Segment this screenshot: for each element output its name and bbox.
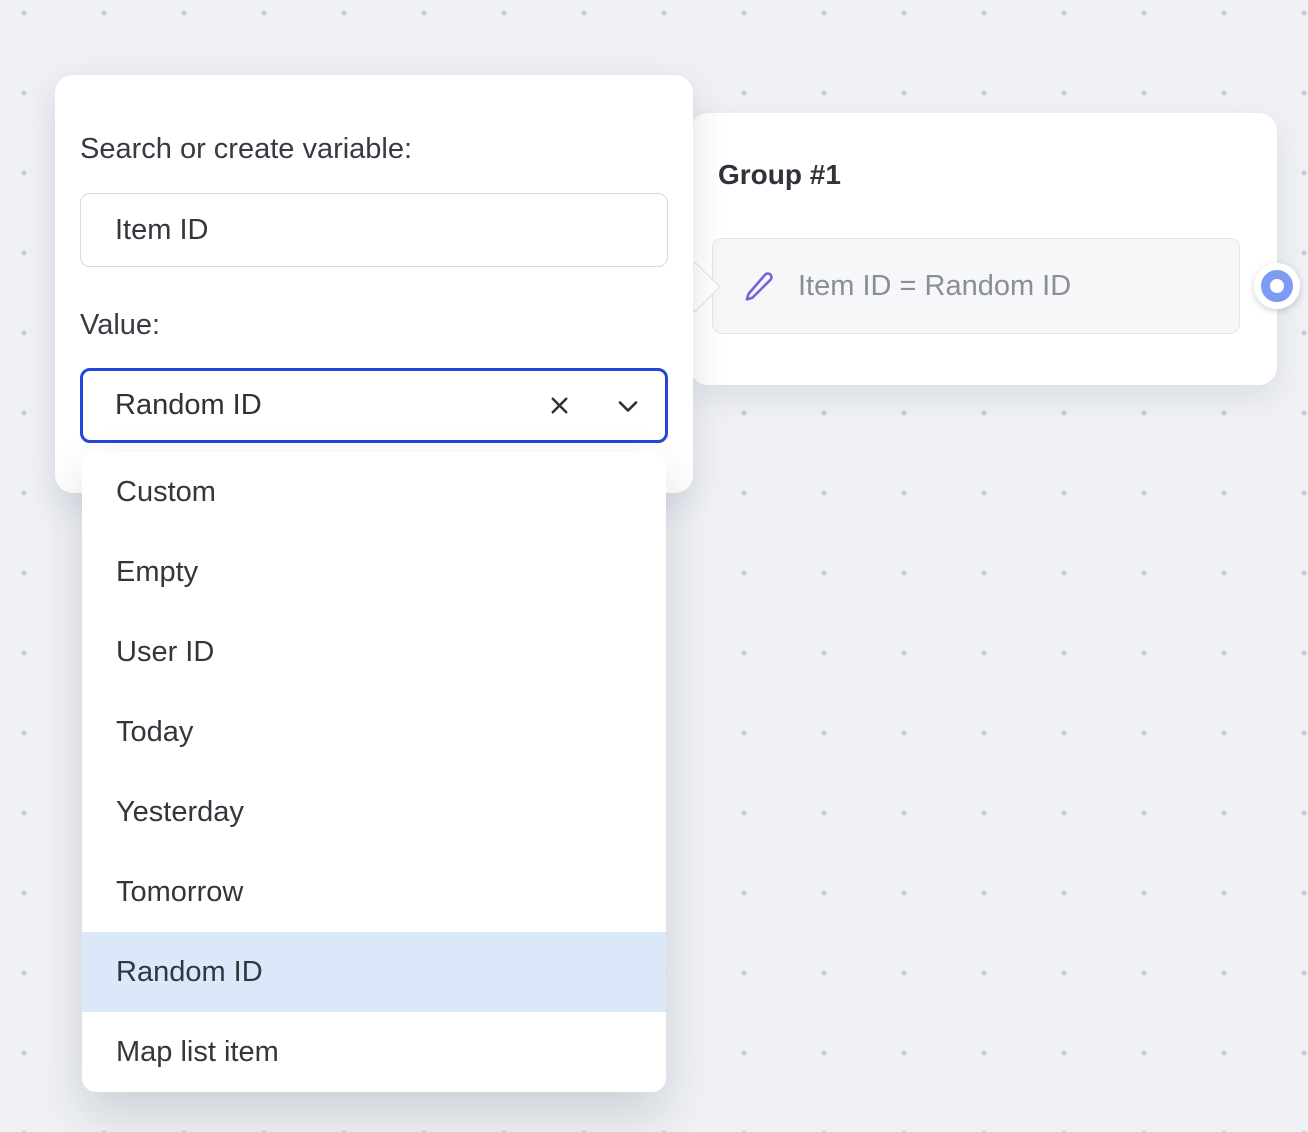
group-title: Group #1: [718, 159, 841, 191]
connector-ring-icon: [1261, 270, 1293, 302]
value-select[interactable]: Random ID: [80, 368, 668, 443]
search-variable-label: Search or create variable:: [80, 133, 412, 166]
value-label: Value:: [80, 309, 160, 342]
dropdown-option-empty[interactable]: Empty: [82, 532, 666, 612]
group-card: Group #1 Item ID = Random ID: [690, 113, 1277, 385]
dropdown-option-tomorrow[interactable]: Tomorrow: [82, 852, 666, 932]
dropdown-option-today[interactable]: Today: [82, 692, 666, 772]
dropdown-option-user-id[interactable]: User ID: [82, 612, 666, 692]
pencil-icon: [743, 271, 774, 302]
dropdown-option-yesterday[interactable]: Yesterday: [82, 772, 666, 852]
clear-icon[interactable]: [546, 392, 573, 419]
variable-editor-popup: Search or create variable: Value: Random…: [55, 75, 693, 493]
group-item-row[interactable]: Item ID = Random ID: [712, 238, 1240, 334]
output-connector[interactable]: [1254, 263, 1300, 309]
variable-name-input[interactable]: [80, 193, 668, 267]
flow-canvas[interactable]: Group #1 Item ID = Random ID Search or c…: [0, 0, 1308, 1132]
dropdown-option-map-list-item[interactable]: Map list item: [82, 1012, 666, 1092]
dropdown-option-custom[interactable]: Custom: [82, 452, 666, 532]
group-item-label: Item ID = Random ID: [798, 270, 1071, 303]
value-select-current: Random ID: [115, 389, 546, 422]
chevron-down-icon[interactable]: [613, 391, 643, 421]
dropdown-option-random-id[interactable]: Random ID: [82, 932, 666, 1012]
value-dropdown: CustomEmptyUser IDTodayYesterdayTomorrow…: [82, 452, 666, 1092]
